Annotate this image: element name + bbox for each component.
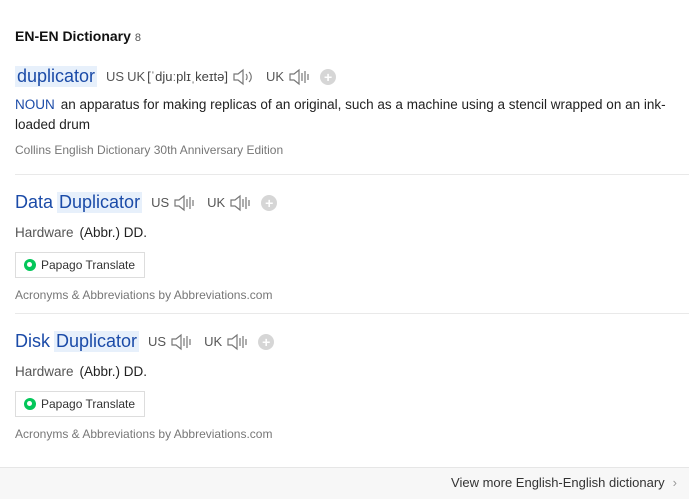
entry-word-prefix[interactable]: Data	[15, 192, 53, 213]
definition: NOUN an apparatus for making replicas of …	[15, 95, 675, 135]
us-label: US	[148, 334, 167, 349]
entry-word[interactable]: duplicator	[15, 66, 98, 87]
view-more-link[interactable]: View more English-English dictionary ›	[451, 475, 677, 490]
speaker-icon[interactable]	[226, 333, 250, 351]
papago-logo-icon	[24, 259, 36, 271]
us-label: US	[151, 195, 170, 210]
entry-word-highlight[interactable]: Duplicator	[54, 331, 140, 352]
entry-word-highlight[interactable]: Duplicator	[57, 192, 143, 213]
phonetic: [ˈdjuːplɪˌkeɪtə]	[147, 69, 228, 84]
definition-text: an apparatus for making replicas of an o…	[15, 97, 666, 132]
source[interactable]: Acronyms & Abbreviations by Abbreviation…	[15, 288, 689, 302]
definition-text: (Abbr.) DD.	[79, 225, 148, 240]
papago-translate-label: Papago Translate	[41, 397, 136, 411]
definition-text: (Abbr.) DD.	[79, 364, 148, 379]
definition: Hardware (Abbr.) DD.	[15, 223, 689, 243]
part-of-speech: Hardware	[15, 225, 74, 240]
source[interactable]: Collins English Dictionary 30th Annivers…	[15, 143, 689, 157]
uk-label: UK	[265, 69, 285, 84]
entry-disk-duplicator: Disk Duplicator US UK + Hardware (Abbr.) …	[15, 331, 689, 441]
divider	[15, 174, 689, 175]
uk-label: UK	[207, 195, 226, 210]
papago-translate-button[interactable]: Papago Translate	[15, 252, 146, 278]
view-more-label: View more English-English dictionary	[451, 475, 665, 490]
result-count: 8	[134, 32, 142, 44]
us-label: US	[106, 69, 125, 84]
uk-label: UK	[127, 69, 146, 84]
entry-word-prefix[interactable]: Disk	[15, 331, 50, 352]
chevron-right-icon: ›	[672, 475, 677, 490]
divider	[15, 313, 689, 314]
add-wordbook-icon[interactable]: +	[261, 194, 278, 211]
footer: View more English-English dictionary ›	[0, 467, 689, 499]
speaker-icon[interactable]	[173, 194, 197, 212]
add-wordbook-icon[interactable]: +	[320, 68, 337, 85]
dictionary-section-header: EN-EN Dictionary 8	[15, 28, 141, 44]
definition: Hardware (Abbr.) DD.	[15, 362, 689, 382]
part-of-speech: NOUN	[15, 97, 55, 112]
uk-label: UK	[204, 334, 223, 349]
entry-duplicator: duplicator US UK [ˈdjuːplɪˌkeɪtə] UK + N…	[15, 66, 689, 157]
speaker-icon[interactable]	[229, 194, 253, 212]
speaker-icon[interactable]	[288, 68, 312, 86]
speaker-icon[interactable]	[170, 333, 194, 351]
add-wordbook-icon[interactable]: +	[258, 333, 275, 350]
entry-data-duplicator: Data Duplicator US UK + Hardware (Abbr.) …	[15, 192, 689, 302]
section-title: EN-EN Dictionary	[15, 28, 131, 44]
papago-translate-button[interactable]: Papago Translate	[15, 391, 146, 417]
papago-translate-label: Papago Translate	[41, 258, 136, 272]
source[interactable]: Acronyms & Abbreviations by Abbreviation…	[15, 427, 689, 441]
part-of-speech: Hardware	[15, 364, 74, 379]
speaker-icon[interactable]	[232, 68, 256, 86]
papago-logo-icon	[24, 398, 36, 410]
